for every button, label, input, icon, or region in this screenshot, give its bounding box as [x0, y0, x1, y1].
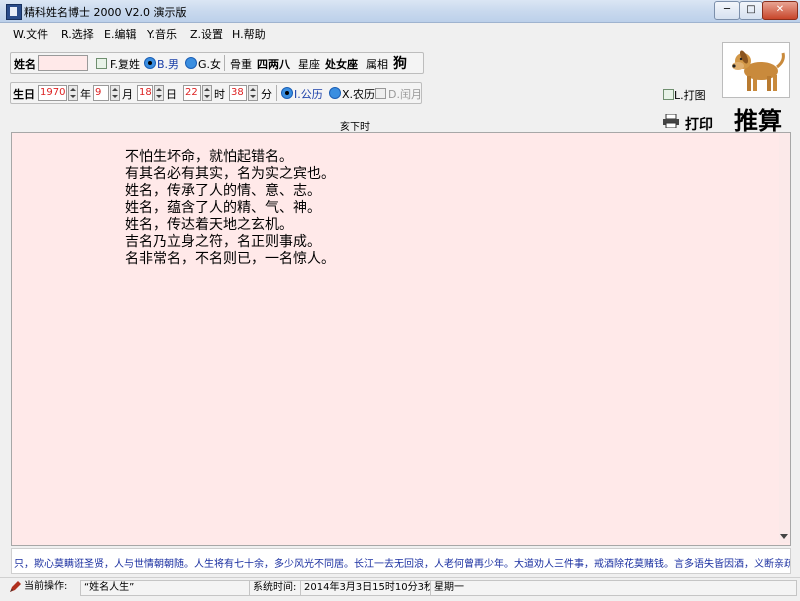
calculate-button[interactable]: 推算: [734, 101, 782, 136]
current-op-label: 当前操作:: [24, 581, 68, 592]
minute-label: 分: [261, 88, 272, 101]
vertical-scrollbar[interactable]: [779, 133, 790, 543]
leap-month-label: D.闰月: [388, 88, 422, 101]
poem-line: 名非常名，不名则已，一名惊人。: [125, 251, 335, 267]
name-input[interactable]: [38, 55, 88, 71]
zodiac-sign-label: 星座: [298, 58, 320, 71]
print-image-checkbox[interactable]: [663, 89, 674, 100]
scroll-down-arrow-icon[interactable]: [780, 534, 788, 539]
birth-label: 生日: [13, 88, 35, 101]
close-button[interactable]: ✕: [762, 1, 798, 20]
birth-row: 生日 1970 年 9 月 18 日 22 时 38 分 I.公历 X.农历 D…: [10, 82, 422, 104]
status-bar: 当前操作: “姓名人生” 系统时间: 2014年3月3日15时10分3秒 星期一: [0, 577, 800, 601]
title-bar[interactable]: 精科姓名博士 2000 V2.0 演示版 ─ □ ✕: [0, 0, 800, 23]
system-time-label: 系统时间:: [249, 580, 302, 596]
minute-input[interactable]: 38: [229, 85, 247, 101]
menu-select[interactable]: R.选择: [61, 26, 94, 42]
poem-line: 吉名乃立身之符，名正则事成。: [125, 234, 321, 250]
minute-spinner[interactable]: [248, 85, 258, 101]
day-spinner[interactable]: [154, 85, 164, 101]
month-spinner[interactable]: [110, 85, 120, 101]
poem-line: 姓名，传承了人的情、意、志。: [125, 183, 321, 199]
name-label: 姓名: [14, 58, 36, 71]
male-radio[interactable]: [144, 57, 156, 69]
divider: [224, 55, 225, 71]
marquee-banner: 只，欺心莫瞒诳圣贤，人与世情朝朝随。人生将有七十余，多少风光不同居。长江一去无回…: [11, 548, 791, 574]
poem-line: 姓名，蕴含了人的精、气、神。: [125, 200, 321, 216]
month-input[interactable]: 9: [93, 85, 109, 101]
marquee-text: 只，欺心莫瞒诳圣贤，人与世情朝朝随。人生将有七十余，多少风光不同居。长江一去无回…: [14, 559, 791, 570]
compound-surname-label: F.复姓: [110, 58, 141, 71]
year-label: 年: [80, 88, 91, 101]
menu-edit[interactable]: E.编辑: [104, 26, 136, 42]
day-input[interactable]: 18: [137, 85, 153, 101]
pencil-icon: [10, 581, 21, 592]
male-label: B.男: [157, 58, 180, 71]
solar-calendar-label: I.公历: [294, 88, 323, 101]
bone-weight-label: 骨重: [230, 58, 252, 71]
window-title: 精科姓名博士 2000 V2.0 演示版: [24, 6, 187, 19]
leap-month-checkbox[interactable]: [375, 88, 386, 99]
poem-line: 不怕生坏命，就怕起错名。: [125, 149, 293, 165]
menu-file[interactable]: W.文件: [13, 26, 48, 42]
minimize-button[interactable]: ─: [714, 1, 740, 20]
lunar-calendar-label: X.农历: [342, 88, 376, 101]
poem-line: 姓名，传达着天地之玄机。: [125, 217, 293, 233]
intro-text: 不怕生坏命，就怕起错名。 有其名必有其实，名为实之宾也。 姓名，传承了人的情、意…: [125, 149, 335, 268]
printer-icon[interactable]: [662, 114, 680, 128]
name-row: 姓名 F.复姓 B.男 G.女 骨重 四两八 星座 处女座 属相 狗: [10, 52, 424, 74]
compound-surname-checkbox[interactable]: [96, 58, 107, 69]
hour-spinner[interactable]: [202, 85, 212, 101]
hour-label: 时: [214, 88, 225, 101]
year-input[interactable]: 1970: [38, 85, 67, 101]
current-op-value: “姓名人生”: [80, 580, 251, 596]
menu-settings[interactable]: Z.设置: [190, 26, 223, 42]
year-spinner[interactable]: [68, 85, 78, 101]
maximize-button[interactable]: □: [739, 1, 763, 20]
female-radio[interactable]: [185, 57, 197, 69]
zodiac-animal-label: 属相: [366, 58, 388, 71]
lunar-calendar-radio[interactable]: [329, 87, 341, 99]
divider: [276, 85, 277, 101]
solar-calendar-radio[interactable]: [281, 87, 293, 99]
result-text-area[interactable]: 不怕生坏命，就怕起错名。 有其名必有其实，名为实之宾也。 姓名，传承了人的情、意…: [11, 132, 791, 546]
month-label: 月: [122, 88, 133, 101]
menu-bar: W.文件 R.选择 E.编辑 Y.音乐 Z.设置 H.帮助: [0, 23, 800, 43]
menu-music[interactable]: Y.音乐: [147, 26, 177, 42]
dog-icon: [732, 50, 785, 91]
print-image-label: L.打图: [674, 89, 706, 102]
hour-input[interactable]: 22: [183, 85, 201, 101]
bone-weight-value: 四两八: [257, 58, 290, 71]
day-label: 日: [166, 88, 177, 101]
print-button[interactable]: 打印: [685, 114, 713, 134]
zodiac-sign-value: 处女座: [325, 58, 358, 71]
system-time-value: 2014年3月3日15时10分3秒: [300, 580, 431, 596]
poem-line: 有其名必有其实，名为实之宾也。: [125, 166, 335, 182]
hour-period-hint: 亥下时: [340, 122, 370, 133]
zodiac-animal-picture: [722, 42, 790, 98]
app-icon: [6, 4, 22, 20]
zodiac-animal-value: 狗: [393, 56, 407, 72]
menu-help[interactable]: H.帮助: [232, 26, 266, 42]
female-label: G.女: [198, 58, 222, 71]
weekday-value: 星期一: [430, 580, 797, 596]
